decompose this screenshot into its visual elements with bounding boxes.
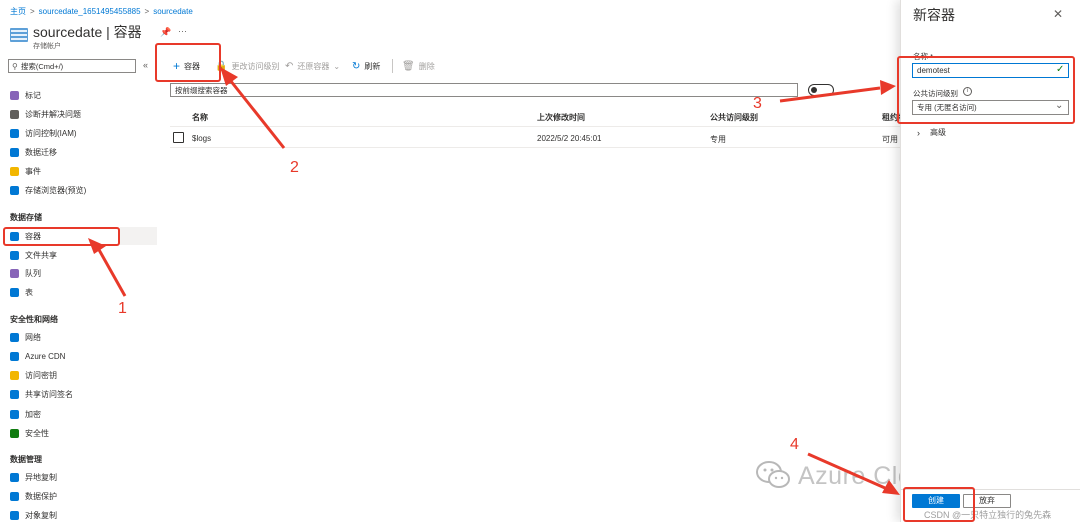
annotation-arrows <box>88 67 900 495</box>
annotation-number-2: 2 <box>290 159 299 176</box>
annotation-number-3: 3 <box>753 95 762 112</box>
annotation-number-4: 4 <box>790 436 799 453</box>
annotation-number-1: 1 <box>118 300 127 317</box>
